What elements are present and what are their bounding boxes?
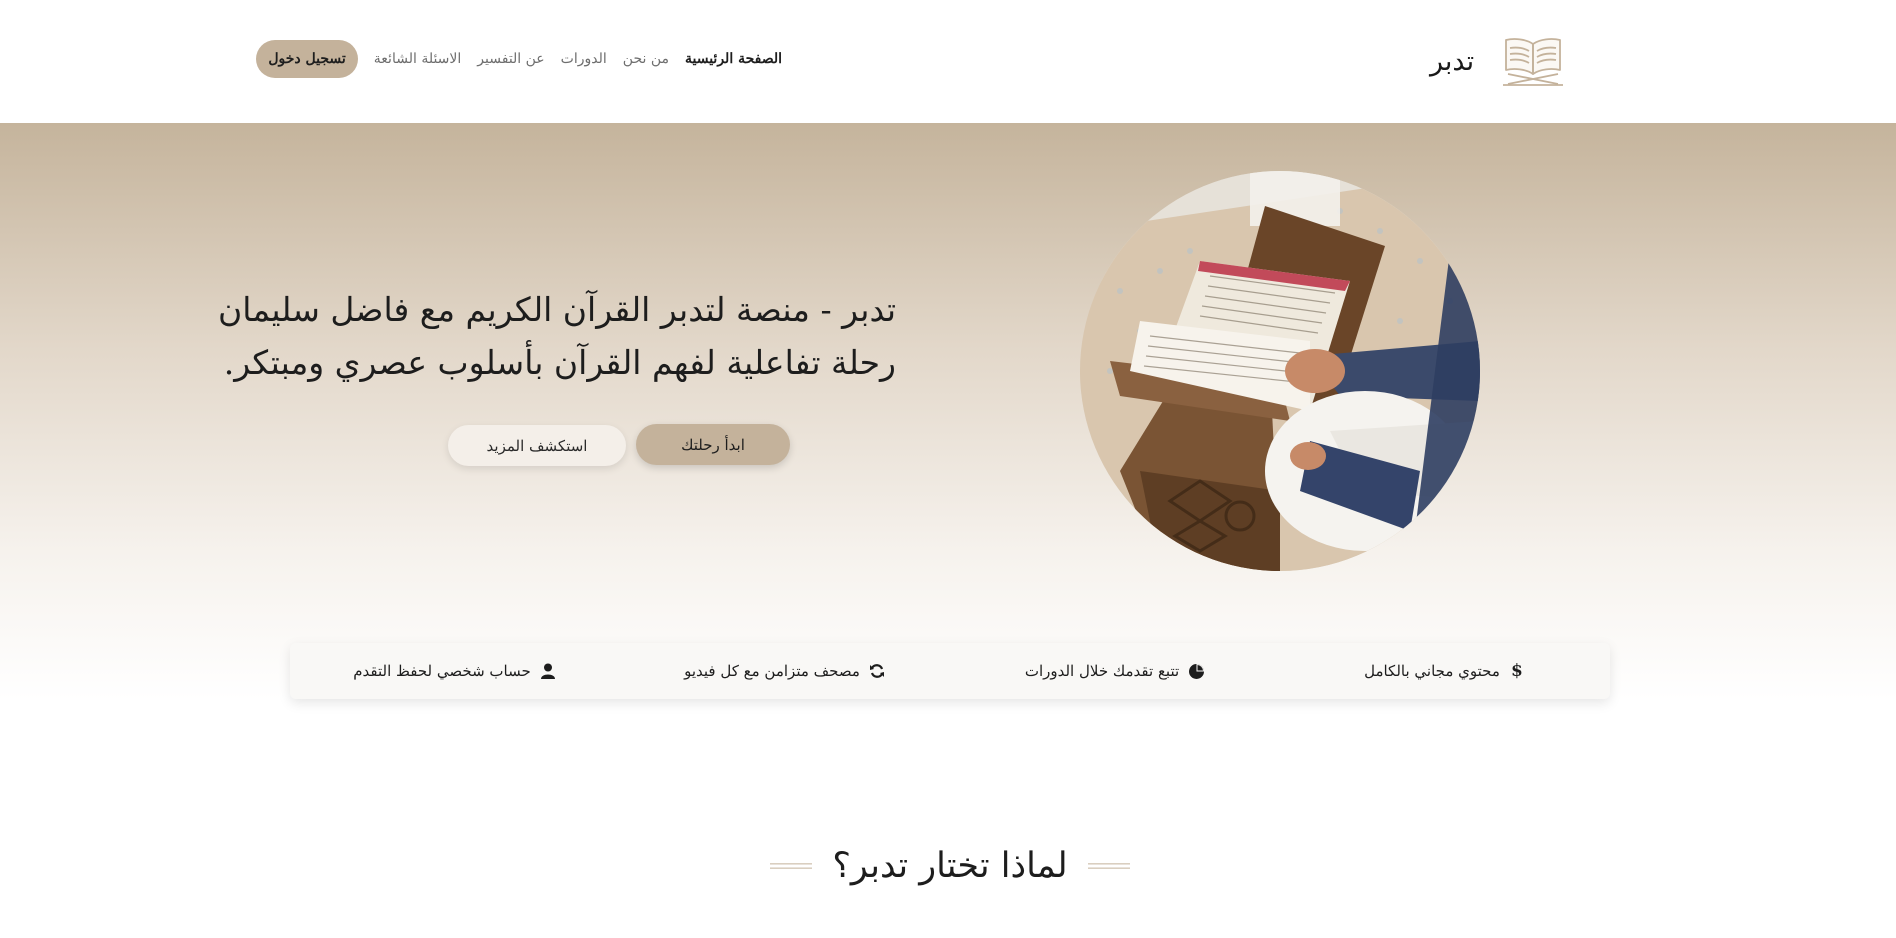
feature-label: حساب شخصي لحفظ التقدم <box>353 662 531 680</box>
nav-link-tafsir[interactable]: عن التفسير <box>477 51 544 67</box>
feature-personal-account: حساب شخصي لحفظ التقدم <box>290 643 620 699</box>
sync-icon <box>868 662 886 680</box>
hero-section: تدبر - منصة لتدبر القرآن الكريم مع فاضل … <box>0 123 1896 863</box>
feature-progress-tracking: تتبع تقدمك خلال الدورات <box>950 643 1280 699</box>
dollar-icon: $ <box>1510 661 1523 681</box>
explore-more-button[interactable]: استكشف المزيد <box>448 425 626 466</box>
hero-title-line-2: رحلة تفاعلية لفهم القرآن بأسلوب عصري ومب… <box>223 343 896 382</box>
brand-name: تدبر <box>1430 45 1475 77</box>
main-nav: الصفحة الرئيسية من نحن الدورات عن التفسي… <box>256 40 782 78</box>
brand-logo[interactable]: تدبر <box>1430 34 1566 88</box>
nav-link-about[interactable]: من نحن <box>623 51 669 67</box>
user-icon <box>539 662 557 680</box>
why-title: لماذا تختار تدبر؟ <box>832 846 1068 886</box>
nav-link-courses[interactable]: الدورات <box>561 51 607 67</box>
start-journey-button[interactable]: ابدأ رحلتك <box>636 424 790 465</box>
pie-chart-icon <box>1187 662 1205 680</box>
feature-label: تتبع تقدمك خلال الدورات <box>1024 662 1180 680</box>
decorative-lines-left <box>1087 863 1130 869</box>
feature-free-content: $ محتوي مجاني بالكامل <box>1280 643 1610 699</box>
nav-link-faq[interactable]: الاسئلة الشائعة <box>374 51 462 67</box>
hero-image <box>1080 171 1480 571</box>
nav-link-home[interactable]: الصفحة الرئيسية <box>685 51 782 67</box>
hero-title: تدبر - منصة لتدبر القرآن الكريم مع فاضل … <box>218 283 896 389</box>
site-header: تدبر الصفحة الرئيسية من نحن الدورات عن ا… <box>0 0 1896 123</box>
quran-reading-photo <box>1080 171 1480 571</box>
open-book-on-stand-icon <box>1503 38 1564 86</box>
features-bar: $ محتوي مجاني بالكامل تتبع تقدمك خلال ال… <box>290 643 1610 699</box>
hero-title-line-1: تدبر - منصة لتدبر القرآن الكريم مع فاضل … <box>218 290 896 329</box>
why-section-heading: لماذا تختار تدبر؟ <box>770 838 1130 894</box>
feature-synced-mushaf: مصحف متزامن مع كل فيديو <box>620 643 950 699</box>
login-button[interactable]: تسجيل دخول <box>256 40 358 78</box>
feature-label: محتوي مجاني بالكامل <box>1364 662 1500 680</box>
decorative-lines-right <box>770 863 813 869</box>
feature-label: مصحف متزامن مع كل فيديو <box>684 662 860 680</box>
